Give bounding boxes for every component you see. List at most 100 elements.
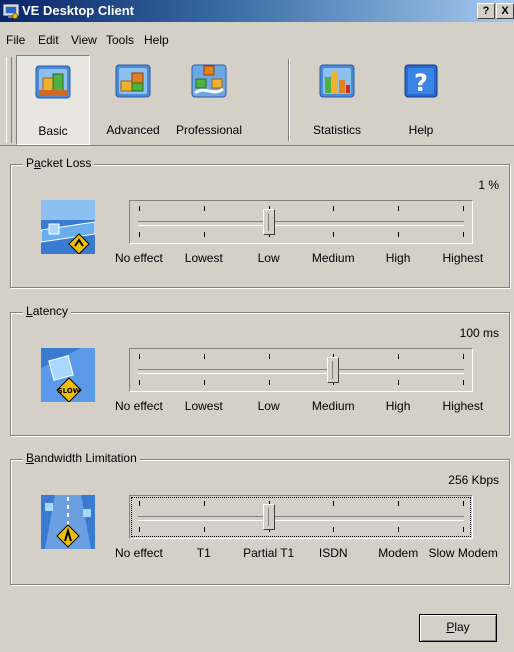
packet-loss-stop-0: No effect — [115, 251, 163, 265]
packet-loss-stop-5: Highest — [442, 251, 484, 265]
packet-loss-stop-3: Medium — [311, 251, 355, 265]
packet-loss-tick — [139, 232, 140, 237]
latency-stop-3: Medium — [311, 399, 355, 413]
packet-loss-stop-2: Low — [257, 251, 280, 265]
help-icon: ? — [404, 64, 438, 98]
bandwidth-track — [138, 516, 464, 521]
latency-stop-1: Lowest — [184, 399, 223, 413]
help-title-button[interactable]: ? — [477, 3, 495, 19]
bandwidth-slider[interactable] — [129, 495, 473, 539]
latency-tick — [463, 354, 464, 359]
packet-loss-stop-1: Lowest — [184, 251, 223, 265]
bandwidth-tick — [398, 501, 400, 506]
bandwidth-value: 256 Kbps — [448, 473, 499, 487]
packet-loss-track — [138, 221, 464, 226]
bandwidth-stop-3: ISDN — [318, 546, 348, 560]
packet-loss-group: Packet Loss 1 % No effect Lowest Low Med… — [10, 156, 510, 288]
bandwidth-tick — [333, 501, 335, 506]
play-button[interactable]: Play — [419, 614, 497, 642]
menu-bar: File Edit View Tools Help — [0, 30, 514, 52]
latency-title: Latency — [23, 304, 72, 318]
app-icon — [3, 4, 19, 19]
packet-loss-tick — [139, 206, 140, 211]
toolbar-advanced-button[interactable]: Advanced — [96, 55, 170, 145]
packet-loss-tick — [333, 206, 335, 211]
toolbar-separator — [288, 59, 290, 141]
packet-loss-tick — [463, 232, 464, 237]
bandwidth-tick — [203, 501, 205, 506]
packet-loss-thumb[interactable] — [262, 209, 275, 235]
latency-tick — [463, 380, 464, 385]
bandwidth-stop-4: Modem — [378, 546, 419, 560]
latency-tick — [268, 380, 270, 385]
title-bar[interactable]: VE Desktop Client ? X — [0, 0, 514, 22]
packet-loss-tick — [398, 232, 400, 237]
latency-slow-icon: SLOW — [41, 348, 95, 402]
professional-icon — [191, 64, 227, 98]
latency-tick — [203, 354, 205, 359]
toolbar-basic-button[interactable]: Basic — [16, 55, 90, 145]
toolbar-professional-label: Professional — [175, 123, 243, 137]
latency-value: 100 ms — [459, 326, 499, 340]
packet-loss-tick — [398, 206, 400, 211]
bandwidth-stop-5: Slow Modem — [428, 546, 498, 560]
latency-stop-2: Low — [257, 399, 280, 413]
latency-tick — [203, 380, 205, 385]
menu-view[interactable]: View — [71, 33, 97, 47]
basic-icon — [35, 65, 71, 99]
toolbar-help-button[interactable]: ? Help — [384, 55, 458, 145]
toolbar-advanced-label: Advanced — [106, 123, 160, 137]
bandwidth-icon — [41, 495, 95, 549]
packet-loss-tick — [463, 206, 464, 211]
latency-tick — [268, 354, 270, 359]
menu-file[interactable]: File — [6, 33, 25, 47]
packet-loss-tick — [203, 232, 205, 237]
toolbar-statistics-label: Statistics — [312, 123, 361, 137]
bandwidth-tick — [139, 501, 140, 506]
bandwidth-title: Bandwidth Limitation — [23, 451, 140, 465]
toolbar-professional-button[interactable]: Professional — [172, 55, 246, 145]
toolbar-statistics-button[interactable]: Statistics — [300, 55, 374, 145]
bandwidth-stop-0: No effect — [115, 546, 163, 560]
packet-loss-tick — [203, 206, 205, 211]
bandwidth-tick — [203, 527, 205, 532]
packet-loss-tick — [333, 232, 335, 237]
latency-tick — [139, 354, 140, 359]
latency-stop-4: High — [385, 399, 411, 413]
menu-tools[interactable]: Tools — [106, 33, 134, 47]
menu-edit[interactable]: Edit — [38, 33, 59, 47]
bandwidth-thumb[interactable] — [262, 504, 275, 530]
packet-loss-slider[interactable] — [129, 200, 473, 244]
bandwidth-tick — [463, 527, 464, 532]
bandwidth-tick — [333, 527, 335, 532]
latency-stop-0: No effect — [115, 399, 163, 413]
latency-slider[interactable] — [129, 348, 473, 392]
packet-loss-icon — [41, 200, 95, 254]
packet-loss-title: Packet Loss — [23, 156, 95, 170]
bandwidth-tick — [463, 501, 464, 506]
bandwidth-group: Bandwidth Limitation 256 Kbps No effect … — [10, 451, 510, 585]
statistics-icon — [319, 64, 355, 98]
bandwidth-tick — [398, 527, 400, 532]
bandwidth-stop-2: Partial T1 — [243, 546, 295, 560]
latency-tick — [398, 354, 400, 359]
latency-thumb[interactable] — [327, 357, 340, 383]
latency-tick — [139, 380, 140, 385]
bandwidth-tick — [139, 527, 140, 532]
bandwidth-stop-1: T1 — [196, 546, 211, 560]
latency-tick — [398, 380, 400, 385]
svg-text:SLOW: SLOW — [58, 387, 81, 395]
toolbar: Basic Advanced Professional Statistics ?… — [0, 55, 514, 146]
window-title: VE Desktop Client — [22, 3, 134, 18]
toolbar-help-label: Help — [408, 123, 434, 137]
latency-stop-5: Highest — [442, 399, 484, 413]
packet-loss-value: 1 % — [478, 178, 499, 192]
toolbar-basic-label: Basic — [38, 124, 68, 138]
latency-group: Latency 100 ms SLOW No effect Lowest Low… — [10, 304, 510, 436]
svg-text:?: ? — [414, 69, 428, 97]
menu-help[interactable]: Help — [144, 33, 169, 47]
toolbar-grip[interactable] — [6, 57, 12, 143]
close-button[interactable]: X — [496, 3, 514, 19]
advanced-icon — [115, 64, 151, 98]
latency-track — [138, 369, 464, 374]
